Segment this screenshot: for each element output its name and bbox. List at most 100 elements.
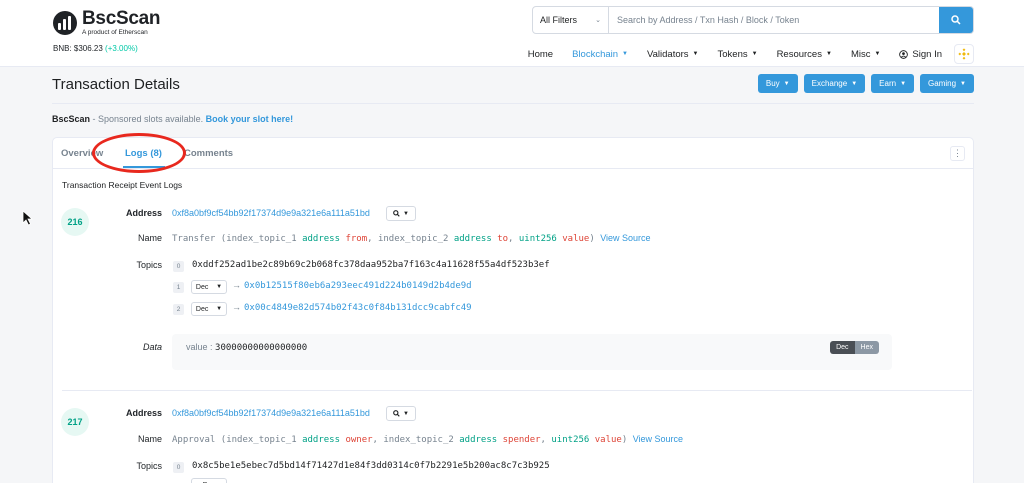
topic-format-select[interactable]: Dec ▼ — [191, 302, 227, 316]
data-value: 30000000000000000 — [215, 343, 308, 353]
nav-tokens-label: Tokens — [717, 48, 748, 60]
chevron-down-icon: ▼ — [403, 410, 409, 417]
nav-home[interactable]: Home — [528, 49, 553, 60]
more-options-button[interactable]: ⋮ — [950, 146, 965, 161]
log-data: value : 30000000000000000 — [186, 342, 307, 353]
earn-button-label: Earn — [879, 79, 897, 88]
topic-value: 0xddf252ad1be2c89b69c2b068fc378daa952ba7… — [192, 260, 550, 270]
param-type: address — [302, 234, 341, 244]
param-type: address — [302, 435, 341, 445]
dec-label: Dec — [195, 305, 209, 313]
param-prefix: index_topic_2 — [377, 234, 449, 244]
exchange-button[interactable]: Exchange ▼ — [803, 74, 866, 93]
dec-toggle-button[interactable]: Dec — [830, 341, 855, 354]
log-index-badge: 216 — [61, 208, 89, 236]
chevron-down-icon: ▼ — [751, 51, 758, 57]
topics-label: Topics — [136, 260, 162, 270]
dec-hex-toggle: Dec Hex — [830, 341, 879, 354]
name-label: Name — [137, 434, 162, 444]
param-name: value — [594, 435, 622, 445]
mouse-cursor-icon — [22, 210, 33, 226]
chevron-down-icon: ⌄ — [595, 17, 601, 24]
chevron-down-icon: ▼ — [900, 80, 907, 87]
divider — [52, 103, 974, 104]
nav-validators[interactable]: Validators ▼ — [647, 49, 699, 60]
bnb-logo-icon — [958, 48, 970, 60]
search-bar: All Filters ⌄ — [532, 6, 974, 34]
nav-misc[interactable]: Misc ▼ — [851, 49, 880, 60]
log-address-link[interactable]: 0xf8a0bf9cf54bb92f17374d9e9a321e6a111a51… — [172, 408, 370, 418]
log-data-box: value : 30000000000000000 Dec Hex — [172, 334, 892, 370]
event-signature: Transfer (index_topic_1 address from, in… — [172, 233, 651, 244]
search-button[interactable] — [939, 7, 973, 33]
chevron-down-icon: ▼ — [874, 51, 881, 57]
param-type: uint256 — [551, 435, 590, 445]
topic-index: 2 — [173, 304, 184, 315]
bscscan-logo[interactable]: BscScan A product of Etherscan — [53, 9, 160, 36]
gaming-button-label: Gaming — [928, 79, 957, 88]
topic-address-link[interactable]: 0x0b12515f80eb6a293eec491d224b0149d2b4de… — [244, 281, 472, 291]
buy-button-label: Buy — [765, 79, 780, 88]
address-label: Address — [125, 408, 162, 418]
active-tab-indicator — [123, 166, 165, 168]
topic-index: 1 — [173, 282, 184, 293]
dec-label: Dec — [195, 283, 209, 291]
nav-resources[interactable]: Resources ▼ — [777, 49, 832, 60]
gaming-button[interactable]: Gaming ▼ — [920, 74, 974, 93]
search-icon — [393, 210, 400, 217]
event-signature: Approval (index_topic_1 address owner, i… — [172, 434, 684, 445]
nav-tokens[interactable]: Tokens ▼ — [718, 49, 758, 60]
book-slot-link[interactable]: Book your slot here! — [206, 114, 294, 124]
promo-button-group: Buy ▼ Exchange ▼ Earn ▼ Gaming ▼ — [752, 74, 974, 93]
network-switch-button[interactable] — [954, 44, 974, 64]
address-search-button[interactable]: ▼ — [386, 206, 416, 221]
address-search-button[interactable]: ▼ — [386, 406, 416, 421]
site-header: BscScan A product of Etherscan BNB: $306… — [0, 0, 1024, 67]
search-filter-select[interactable]: All Filters ⌄ — [533, 7, 609, 33]
logo-title: BscScan — [82, 8, 161, 29]
chevron-down-icon: ▼ — [783, 80, 790, 87]
earn-button[interactable]: Earn ▼ — [871, 74, 915, 93]
param-type: uint256 — [518, 234, 557, 244]
chevron-down-icon: ▼ — [825, 51, 832, 57]
exchange-button-label: Exchange — [811, 79, 848, 88]
log-index-badge: 217 — [61, 408, 89, 436]
view-source-link[interactable]: View Source — [633, 434, 683, 444]
chevron-down-icon: ▼ — [960, 80, 966, 87]
chevron-down-icon: ▼ — [692, 51, 699, 57]
topic-format-select[interactable]: Dec ▼ — [191, 280, 227, 294]
kebab-menu-icon: ⋮ — [953, 148, 962, 158]
chevron-down-icon: ▼ — [216, 284, 223, 290]
bnb-price-change: (+3.00%) — [105, 44, 138, 53]
search-input[interactable] — [609, 7, 939, 33]
nav-sign-in-label: Sign In — [912, 48, 942, 60]
tab-logs[interactable]: Logs (8) — [125, 148, 162, 159]
param-name: value — [562, 234, 590, 244]
log-address-link[interactable]: 0xf8a0bf9cf54bb92f17374d9e9a321e6a111a51… — [172, 208, 370, 218]
view-source-link[interactable]: View Source — [600, 233, 650, 243]
topic-address-link[interactable]: 0x00c4849e82d574b02f43c0f84b131dcc9cabfc… — [244, 303, 472, 313]
search-icon — [951, 15, 961, 25]
chevron-down-icon: ▼ — [403, 210, 409, 217]
name-label: Name — [137, 233, 162, 243]
param-prefix: index_topic_1 — [226, 435, 297, 445]
main-nav: Home Blockchain ▼ Validators ▼ Tokens ▼ Res… — [509, 44, 974, 64]
nav-blockchain[interactable]: Blockchain ▼ — [572, 49, 628, 60]
param-type: address — [453, 234, 492, 244]
event-name: Approval — [172, 435, 216, 445]
nav-sign-in[interactable]: Sign In — [899, 49, 942, 60]
buy-button[interactable]: Buy ▼ — [757, 74, 798, 93]
param-name: owner — [345, 435, 373, 445]
data-label: Data — [142, 342, 162, 352]
chevron-down-icon: ▼ — [851, 80, 858, 87]
chevron-down-icon: ▼ — [216, 306, 223, 312]
hex-toggle-button[interactable]: Hex — [854, 341, 879, 354]
param-type: address — [459, 435, 498, 445]
topics-label: Topics — [136, 461, 162, 471]
tab-overview[interactable]: Overview — [61, 148, 103, 159]
sponsor-banner: BscScan - Sponsored slots available. Boo… — [52, 114, 293, 124]
topic-format-select[interactable]: Dec — [191, 478, 227, 483]
address-label: Address — [125, 208, 162, 218]
logo-icon — [53, 10, 77, 35]
tab-comments[interactable]: Comments — [184, 148, 233, 159]
